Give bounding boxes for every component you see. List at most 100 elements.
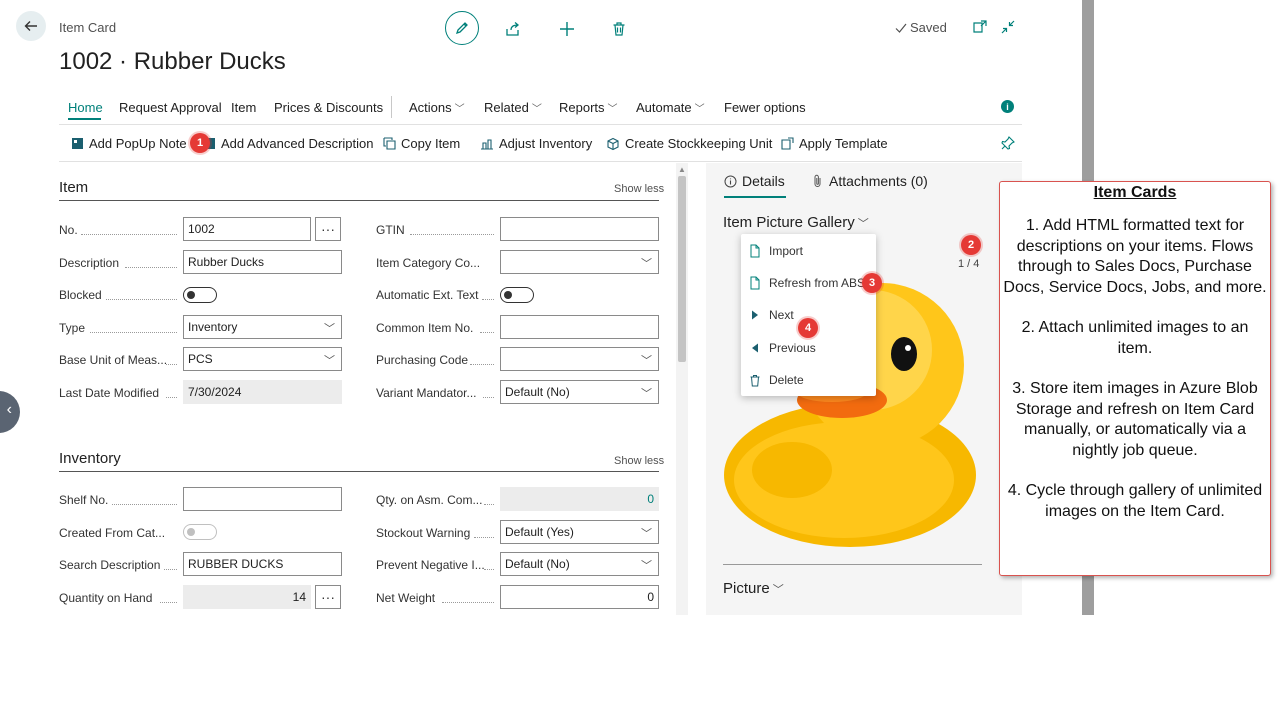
gallery-title-label: Item Picture Gallery — [723, 214, 855, 231]
quantity-on-hand-label: Quantity on Hand — [59, 591, 153, 605]
adjust-inventory-label: Adjust Inventory — [499, 136, 593, 151]
scroll-up-icon[interactable]: ▲ — [678, 165, 686, 174]
tab-details[interactable]: Details — [724, 173, 785, 189]
tab-item[interactable]: Item — [231, 100, 256, 115]
blocked-toggle[interactable] — [183, 287, 217, 303]
nav-separator — [391, 96, 392, 118]
gtin-field[interactable] — [500, 217, 659, 241]
tab-home[interactable]: Home — [68, 100, 103, 115]
plus-icon — [560, 22, 574, 36]
no-lookup-button[interactable]: ··· — [315, 217, 341, 241]
chevron-down-icon: ﹀ — [857, 218, 869, 230]
template-icon — [781, 137, 794, 150]
no-field[interactable]: 1002 — [183, 217, 311, 241]
menu-next-label: Next — [769, 308, 794, 322]
item-show-less-link[interactable]: Show less — [614, 183, 664, 195]
dot-leader — [81, 233, 177, 235]
refresh-document-icon — [750, 276, 760, 290]
created-from-label: Created From Cat... — [59, 526, 166, 540]
type-select[interactable]: Inventory ﹀ — [183, 315, 342, 339]
menu-automate[interactable]: Automate ﹀ — [636, 100, 705, 115]
menu-reports[interactable]: Reports ﹀ — [559, 100, 618, 115]
new-button[interactable] — [551, 13, 583, 45]
adjust-inventory-icon — [481, 138, 493, 150]
delete-button[interactable] — [603, 13, 635, 45]
info-icon: i — [1006, 101, 1009, 112]
automatic-ext-text-label: Automatic Ext. Text — [376, 288, 479, 302]
menu-item-refresh-from-abs[interactable]: Refresh from ABS — [749, 276, 865, 290]
menu-related[interactable]: Related ﹀ — [484, 100, 542, 115]
collapse-button[interactable] — [1000, 19, 1016, 40]
created-from-toggle[interactable] — [183, 524, 217, 540]
saved-label: Saved — [910, 20, 947, 35]
dot-leader — [480, 331, 494, 333]
chevron-down-icon: ﹀ — [641, 388, 652, 400]
prevent-negative-label: Prevent Negative I... — [376, 558, 485, 572]
fewer-options-link[interactable]: Fewer options — [724, 100, 806, 115]
menu-actions-label: Actions — [409, 100, 452, 115]
add-advanced-description-button[interactable]: Add Advanced Description — [203, 136, 373, 151]
menu-item-previous[interactable]: Previous — [749, 341, 816, 355]
purchasing-code-select[interactable]: ﹀ — [500, 347, 659, 371]
menu-item-next[interactable]: Next — [749, 308, 794, 322]
pin-action-bar-button[interactable] — [1001, 136, 1015, 155]
quantity-on-hand-drilldown[interactable]: ··· — [315, 585, 341, 609]
picture-section-title[interactable]: Picture ﹀ — [723, 580, 784, 597]
item-category-select[interactable]: ﹀ — [500, 250, 659, 274]
callout-point-3: 3. Store item images in Azure Blob Stora… — [1012, 380, 1258, 459]
variant-mandatory-label: Variant Mandator... — [376, 386, 477, 400]
automatic-ext-text-toggle[interactable] — [500, 287, 534, 303]
tab-attachments[interactable]: Attachments (0) — [812, 173, 928, 189]
info-button[interactable]: i — [1001, 100, 1014, 113]
create-stockkeeping-unit-button[interactable]: Create Stockkeeping Unit — [606, 136, 772, 151]
dot-leader — [106, 298, 177, 300]
common-item-no-field[interactable] — [500, 315, 659, 339]
net-weight-field[interactable]: 0 — [500, 585, 659, 609]
adjust-inventory-button[interactable]: Adjust Inventory — [480, 136, 592, 151]
open-new-window-button[interactable] — [972, 19, 988, 40]
callout-badge-3: 3 — [862, 273, 882, 293]
chevron-down-icon: ﹀ — [694, 104, 705, 115]
inventory-show-less-link[interactable]: Show less — [614, 455, 664, 467]
back-button[interactable] — [16, 11, 46, 41]
chevron-left-icon: ‹ — [6, 401, 12, 418]
gtin-label: GTIN — [376, 223, 405, 237]
dot-leader — [90, 331, 177, 333]
share-icon — [506, 22, 520, 36]
inventory-section-divider — [59, 471, 659, 472]
stockout-warning-label: Stockout Warning — [376, 526, 471, 540]
chevron-down-icon: ﹀ — [324, 355, 335, 367]
inventory-section-title: Inventory — [59, 450, 121, 467]
picture-section-divider — [723, 564, 982, 565]
tab-request-approval[interactable]: Request Approval — [119, 100, 222, 115]
copy-item-button[interactable]: Copy Item — [383, 136, 460, 151]
item-picture-gallery-title[interactable]: Item Picture Gallery ﹀ — [723, 214, 869, 231]
callout-title: Item Cards — [1093, 184, 1177, 201]
base-unit-select[interactable]: PCS ﹀ — [183, 347, 342, 371]
description-field[interactable]: Rubber Ducks — [183, 250, 342, 274]
add-popup-note-button[interactable]: Add PopUp Note — [71, 136, 187, 151]
menu-automate-label: Automate — [636, 100, 692, 115]
tab-prices-discounts[interactable]: Prices & Discounts — [274, 100, 383, 115]
apply-template-button[interactable]: Apply Template — [781, 136, 888, 151]
share-button[interactable] — [497, 13, 529, 45]
nav-divider — [59, 124, 1022, 125]
prevent-negative-select[interactable]: Default (No) ﹀ — [500, 552, 659, 576]
search-description-field[interactable]: RUBBER DUCKS — [183, 552, 342, 576]
dot-leader — [484, 568, 494, 570]
item-section-divider — [59, 200, 659, 201]
trash-icon — [750, 374, 760, 386]
previous-page-button[interactable]: ‹ — [0, 391, 20, 433]
copy-icon — [383, 137, 396, 150]
menu-item-delete[interactable]: Delete — [749, 373, 804, 387]
menu-item-import[interactable]: Import — [749, 244, 803, 258]
edit-button[interactable] — [445, 11, 479, 45]
common-item-no-label: Common Item No. — [376, 321, 474, 335]
variant-mandatory-select[interactable]: Default (No) ﹀ — [500, 380, 659, 404]
content-scrollbar-thumb[interactable] — [678, 176, 686, 362]
menu-actions[interactable]: Actions ﹀ — [409, 100, 465, 115]
stockout-warning-select[interactable]: Default (Yes) ﹀ — [500, 520, 659, 544]
dot-leader — [442, 601, 494, 603]
menu-import-label: Import — [769, 244, 804, 258]
shelf-no-field[interactable] — [183, 487, 342, 511]
